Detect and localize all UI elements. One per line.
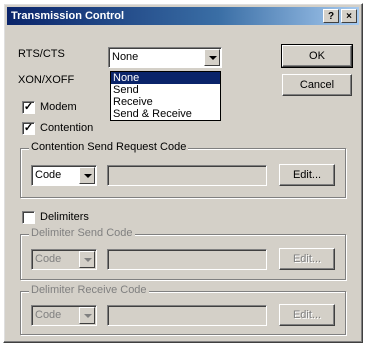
chevron-down-icon[interactable] [79,167,95,184]
contention-send-type-value: Code [35,169,62,181]
contention-send-code-field[interactable] [107,165,267,186]
dropdown-option-none[interactable]: None [111,72,220,84]
chevron-down-icon[interactable] [79,307,95,324]
delimiter-send-type-combo[interactable]: Code [31,249,97,270]
contention-checkbox[interactable]: ✓ [22,122,35,135]
ok-button[interactable]: OK [281,44,353,68]
delimiter-send-group-title: Delimiter Send Code [29,227,135,239]
contention-send-group: Contention Send Request Code Code Edit..… [20,141,346,198]
rts-cts-label: RTS/CTS [18,48,65,60]
delimiter-send-edit-label: Edit... [292,253,322,265]
delimiter-receive-type-value: Code [35,309,62,321]
dropdown-option-send-and-receive[interactable]: Send & Receive [111,108,220,120]
rts-cts-dropdown-list[interactable]: None Send Receive Send & Receive [110,71,221,121]
rts-cts-combo[interactable]: None [108,47,222,68]
contention-send-edit-button[interactable]: Edit... [279,164,335,186]
title-bar[interactable]: Transmission Control ? × [7,7,359,25]
delimiter-receive-code-field[interactable] [107,305,267,326]
modem-label[interactable]: Modem [40,101,77,113]
delimiter-receive-group: Delimiter Receive Code Code Edit... [20,284,346,335]
delimiters-checkbox[interactable] [22,211,35,224]
help-icon[interactable]: ? [323,9,339,23]
delimiter-send-type-value: Code [35,253,62,265]
ok-button-label: OK [309,50,325,62]
cancel-button[interactable]: Cancel [282,74,352,96]
cancel-button-label: Cancel [299,79,335,91]
contention-send-group-title: Contention Send Request Code [29,141,189,153]
delimiters-label[interactable]: Delimiters [40,211,89,223]
delimiter-send-code-field[interactable] [107,249,267,270]
delimiter-receive-group-title: Delimiter Receive Code [29,284,149,296]
window-title: Transmission Control [11,10,125,22]
xon-xoff-label: XON/XOFF [18,74,75,86]
contention-send-type-combo[interactable]: Code [31,165,97,186]
chevron-down-icon[interactable] [79,251,95,268]
delimiter-receive-edit-button[interactable]: Edit... [279,304,335,326]
delimiter-receive-edit-label: Edit... [292,309,322,321]
delimiter-send-group: Delimiter Send Code Code Edit... [20,227,346,280]
close-icon[interactable]: × [341,9,357,23]
chevron-down-icon[interactable] [204,49,220,66]
rts-cts-value: None [112,51,139,63]
modem-checkbox[interactable]: ✓ [22,101,35,114]
transmission-control-dialog: Transmission Control ? × RTS/CTS None XO… [3,3,363,343]
dropdown-option-receive[interactable]: Receive [111,96,220,108]
contention-send-edit-label: Edit... [292,169,322,181]
dropdown-option-send[interactable]: Send [111,84,220,96]
contention-label[interactable]: Contention [40,122,93,134]
delimiter-receive-type-combo[interactable]: Code [31,305,97,326]
delimiter-send-edit-button[interactable]: Edit... [279,248,335,270]
